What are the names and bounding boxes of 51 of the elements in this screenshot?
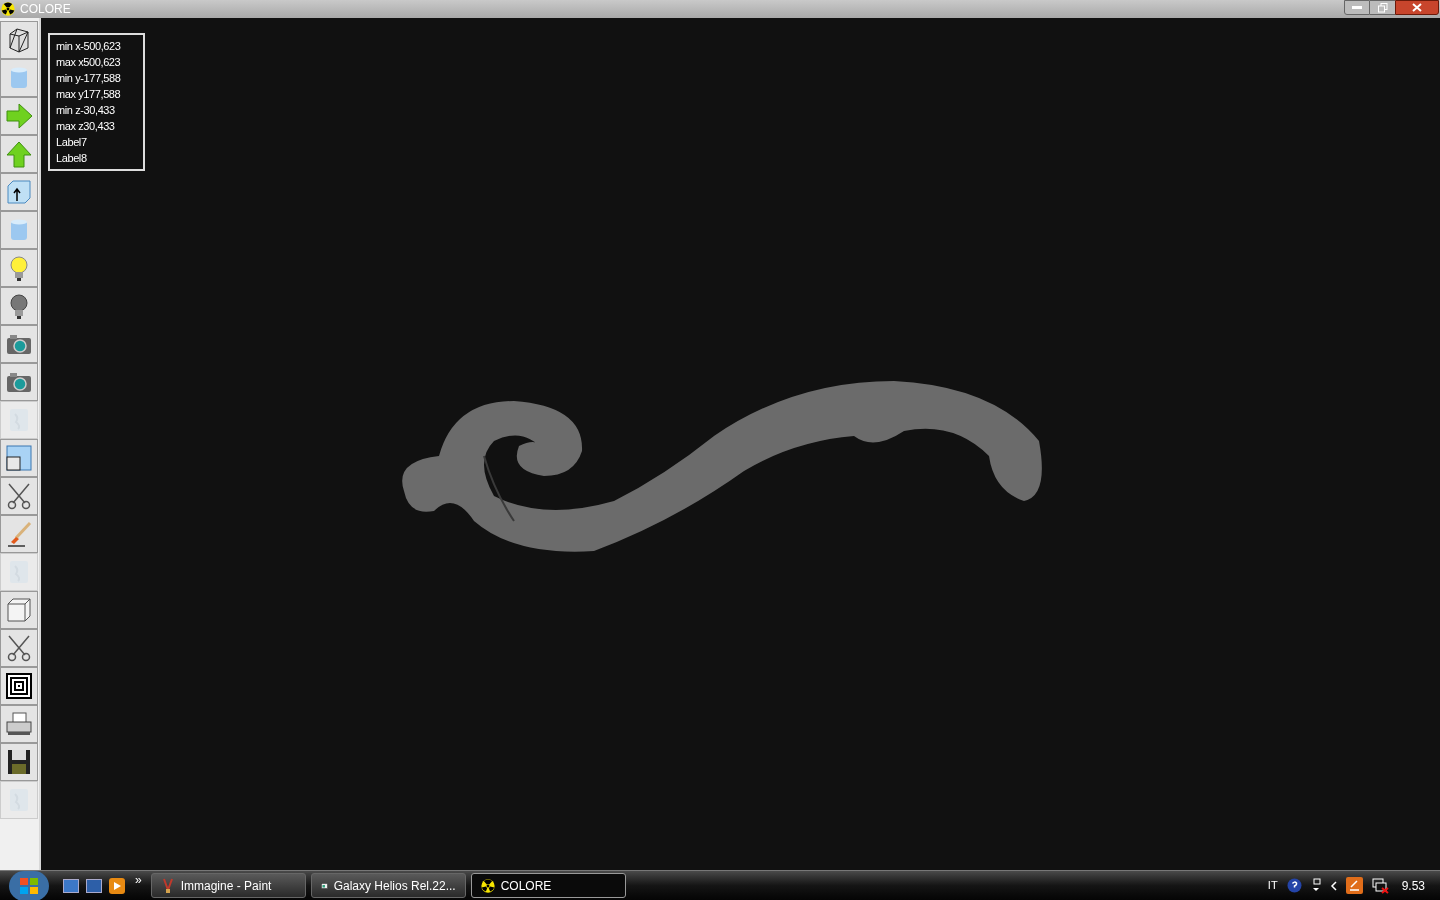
toolbar-button[interactable] [0,743,38,781]
toolbar-button[interactable] [0,287,38,325]
toolbar-button[interactable] [0,173,38,211]
window-title: COLORE [20,3,71,15]
tray-app-icon[interactable] [1345,877,1363,894]
help-icon[interactable] [1286,878,1302,893]
start-button[interactable] [9,870,49,900]
radiation-icon [480,878,495,893]
restore-icon [1377,2,1388,13]
box-arrow-icon [5,178,33,206]
toolbar-button[interactable] [0,667,38,705]
taskbar-task[interactable]: Immagine - Paint [150,873,306,898]
info-label: max z30,433 [56,119,116,134]
info-label: max x500,623 [56,55,122,70]
play-icon [113,881,121,890]
info-label: max y177,588 [56,87,122,102]
taskbar-task[interactable]: COLORE [470,873,626,898]
scissors-icon [5,482,33,510]
info-label: min y-177,588 [56,71,122,86]
info-label: min x-500,623 [56,39,122,54]
info-label: Label7 [56,135,88,150]
cube-icon [5,596,33,624]
toolbar-button[interactable] [0,21,38,59]
overflow-button[interactable]: » [135,874,142,886]
show-desktop-button[interactable] [63,878,79,893]
scissors-icon [5,634,33,662]
close-icon [1412,3,1422,12]
taskbar-task[interactable]: Galaxy Helios Rel.22... [310,873,466,898]
close-button[interactable] [1395,0,1439,15]
media-player-button[interactable] [109,877,125,894]
info-label: min z-30,433 [56,103,116,118]
clock[interactable]: 9.53 [1401,876,1425,895]
window-icon [5,444,33,472]
window-switch-icon[interactable] [1310,878,1321,893]
arrow-up-icon [5,140,33,168]
language-indicator[interactable]: IT [1267,877,1278,894]
minimize-button[interactable] [1344,0,1370,15]
network-disconnected-icon[interactable] [1371,877,1389,894]
app-logo-icon [1,2,15,16]
chevron-left-icon[interactable] [1329,880,1337,891]
brush-icon [5,520,33,548]
restore-button[interactable] [1370,0,1395,15]
minimize-icon [1352,6,1362,9]
concentric-squares-icon [5,672,33,700]
printer-icon [5,710,33,738]
switch-windows-button[interactable] [86,878,102,893]
toolbar-button[interactable] [0,705,38,743]
windows-logo-icon [19,876,39,895]
arrow-right-icon [5,102,33,130]
info-label: Label8 [56,151,88,166]
paintbrush-icon [160,877,175,894]
